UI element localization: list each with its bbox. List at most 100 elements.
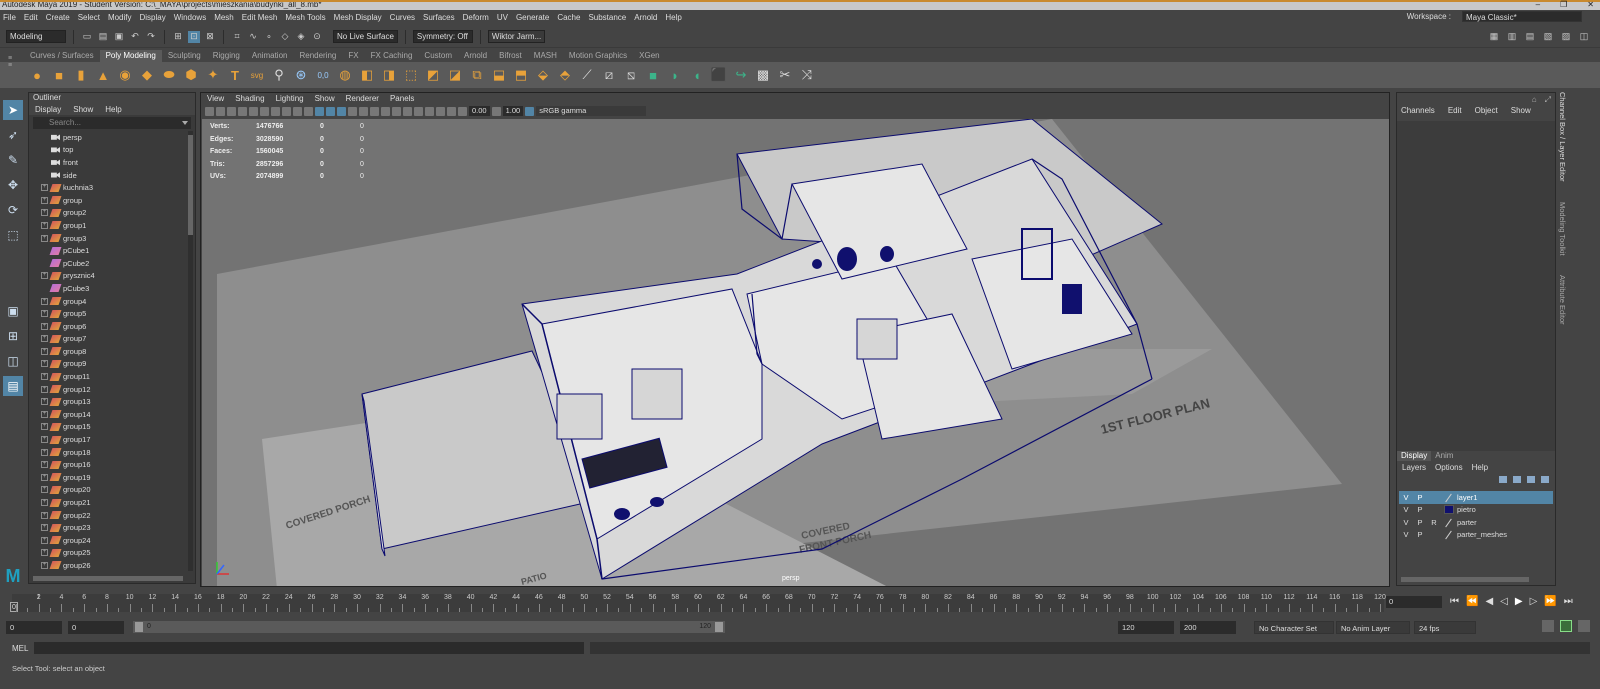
outliner-item[interactable]: + kuchnia3 [29,181,187,194]
expand-icon[interactable]: + [41,561,48,569]
menu-item[interactable]: Modify [108,13,132,22]
resolution-gate-icon[interactable] [271,106,280,116]
tab-display[interactable]: Display [1397,451,1432,461]
menu-item[interactable]: File [3,13,16,22]
move-tool-icon[interactable]: ✥ [3,175,23,195]
platonic-icon[interactable]: ⬢ [182,66,200,84]
expand-icon[interactable]: + [41,486,48,494]
layer-toggle-p[interactable]: P [1413,505,1427,514]
coords-icon[interactable]: 0,0 [314,66,332,84]
checker-icon[interactable]: ▩ [754,66,772,84]
new-layer-icon[interactable] [1527,476,1535,483]
bookmark-icon[interactable] [227,106,236,116]
maximize-button[interactable]: ❐ [1560,0,1567,10]
expand-icon[interactable]: + [41,423,48,431]
outliner-item[interactable]: + group22 [29,509,187,522]
layout-icon[interactable]: ◫ [1578,30,1590,42]
two-pane-icon[interactable]: ◫ [3,351,23,371]
expand-icon[interactable]: + [41,448,48,456]
uv-sew-icon[interactable]: ⤨ [798,66,816,84]
range-end-handle[interactable] [715,622,723,632]
poly-cube-icon[interactable]: ■ [50,66,68,84]
select-tool-icon[interactable]: ➤ [3,100,23,120]
menu-item[interactable]: Curves [390,13,415,22]
snap-curve-icon[interactable]: ∿ [247,31,259,43]
uv-editor-icon[interactable]: ↪ [732,66,750,84]
layer-row[interactable]: V Pparter_meshes [1399,529,1553,542]
layer-toggle-p[interactable]: P [1413,518,1427,527]
viewport-menu-item[interactable]: Show [315,94,335,103]
expand-icon[interactable]: + [41,398,48,406]
image-plane-icon[interactable] [238,106,247,116]
symmetry-dropdown[interactable]: Symmetry: Off [412,30,473,43]
time-ruler[interactable]: 0 1 2 4 6 8 10 12 14 16 18 20 22 24 26 28 30 32 34 36 38 40 4… [10,594,1386,612]
viewport-menu-item[interactable]: Panels [390,94,414,103]
outliner-item[interactable]: pCube3 [29,282,187,295]
lasso-tool-icon[interactable]: ➶ [3,125,23,145]
menu-item[interactable]: Deform [463,13,489,22]
float-icon[interactable]: ⌂ [1532,95,1537,105]
menu-set-dropdown[interactable]: Modeling [6,30,66,43]
shelf-tab[interactable]: Sculpting [162,50,207,62]
outliner-item[interactable]: + group12 [29,383,187,396]
expand-icon[interactable]: + [41,272,48,280]
antialias-icon[interactable] [403,106,412,116]
shelf-tab[interactable]: XGen [633,50,665,62]
expand-icon[interactable]: + [41,335,48,343]
menu-item[interactable]: Display [140,13,166,22]
outliner-item[interactable]: + group11 [29,370,187,383]
layout-icon[interactable]: ▧ [1542,30,1554,42]
xray-icon[interactable] [436,106,445,116]
menu-item[interactable]: Select [78,13,100,22]
channel-box-menu-item[interactable]: Channels [1401,106,1435,115]
anim-layer-dropdown[interactable]: No Anim Layer [1336,621,1410,634]
color-space-dropdown[interactable]: sRGB gamma [536,106,647,116]
viewport-menu-item[interactable]: Lighting [276,94,304,103]
expand-icon[interactable]: + [41,385,48,393]
uv-cut-icon[interactable]: ✂ [776,66,794,84]
uv-spherical-icon[interactable]: ◖ [688,66,706,84]
snap-view-icon[interactable]: ◈ [295,31,307,43]
extrude-icon[interactable]: ⬓ [490,66,508,84]
layer-menu-layers[interactable]: Layers [1402,463,1426,472]
outliner-item[interactable]: persp [29,131,187,144]
outliner-item[interactable]: + group25 [29,547,187,560]
multicut-icon[interactable]: ⟋ [578,66,596,84]
expand-icon[interactable]: + [41,347,48,355]
menu-item[interactable]: Substance [588,13,626,22]
make-live-icon[interactable]: ⊙ [311,31,323,43]
layer-row[interactable]: V Ppietro [1399,504,1553,517]
expand-icon[interactable]: + [41,360,48,368]
outliner-item[interactable]: + group3 [29,232,187,245]
command-input[interactable] [34,642,584,654]
step-back-key-icon[interactable]: ⏪ [1466,596,1478,607]
expand-icon[interactable]: + [41,322,48,330]
layer-menu-help[interactable]: Help [1472,463,1488,472]
outliner-item[interactable]: + group23 [29,521,187,534]
menu-item[interactable]: Generate [516,13,549,22]
expand-icon[interactable]: + [41,536,48,544]
layer-toggle-p[interactable]: P [1413,493,1427,502]
depth-of-field-icon[interactable] [414,106,423,116]
bevel-icon[interactable]: ⬒ [512,66,530,84]
gamma-field[interactable]: 1.00 [502,106,524,116]
layer-menu-options[interactable]: Options [1435,463,1463,472]
expand-icon[interactable]: + [41,473,48,481]
menu-item[interactable]: Edit Mesh [242,13,278,22]
outliner-menu-show[interactable]: Show [73,105,93,114]
layer-toggle-v[interactable]: V [1399,505,1413,514]
viewport-menu-item[interactable]: Shading [235,94,264,103]
channel-box-menu-item[interactable]: Object [1475,106,1498,115]
smooth-shade-icon[interactable] [326,106,335,116]
start-time-field[interactable]: 0 [6,621,62,634]
wireframe-on-shaded-icon[interactable] [337,106,346,116]
expand-icon[interactable]: + [41,373,48,381]
workspace-dropdown[interactable]: Maya Classic* [1462,11,1582,22]
four-pane-icon[interactable]: ⊞ [3,326,23,346]
soft-select-icon[interactable]: ⚲ [270,66,288,84]
outliner-scrollbar[interactable] [188,131,193,571]
layer-color-swatch[interactable] [1444,530,1454,539]
menu-item[interactable]: Cache [557,13,580,22]
range-slider[interactable]: 0 120 [133,621,725,633]
poly-disc-icon[interactable]: ⬬ [160,66,178,84]
